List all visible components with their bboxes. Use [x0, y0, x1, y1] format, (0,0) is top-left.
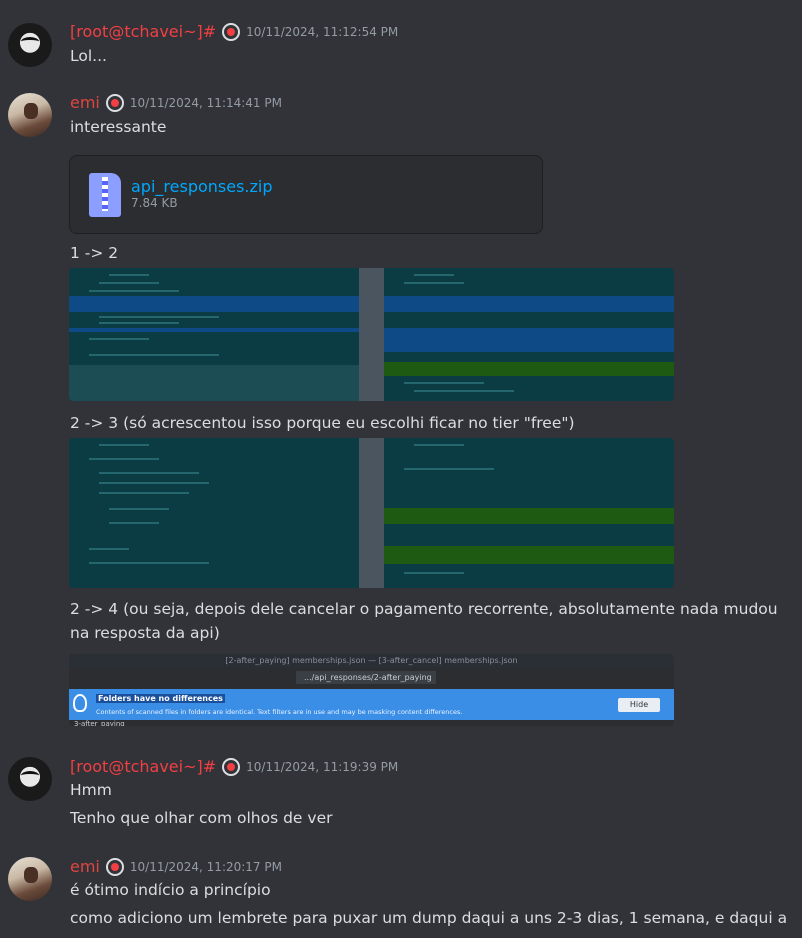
message-text: Hmm [70, 781, 112, 799]
message-text: 1 -> 2 [70, 244, 119, 262]
username[interactable]: [root@tchavei~]# [70, 22, 216, 41]
lightbulb-icon [73, 694, 87, 712]
username[interactable]: emi [70, 857, 100, 876]
message-header: emi 10/11/2024, 11:14:41 PM [70, 93, 282, 112]
message-text: como adiciono um lembrete para puxar um … [70, 909, 788, 927]
folder-path: .../api_responses/2-after_paying [296, 671, 436, 684]
banner-title: Folders have no differences [96, 694, 225, 703]
file-name-link[interactable]: api_responses.zip [131, 177, 273, 196]
zip-file-icon [89, 173, 121, 217]
file-size: 7.84 KB [131, 196, 178, 210]
message-text: é ótimo indício a princípio [70, 881, 271, 899]
avatar[interactable] [8, 93, 52, 137]
message-header: [root@tchavei~]# 10/11/2024, 11:19:39 PM [70, 757, 398, 776]
banner-text: Contents of scanned files in folders are… [96, 708, 463, 716]
message-text: Lol... [70, 47, 107, 65]
timestamp[interactable]: 10/11/2024, 11:20:17 PM [130, 860, 282, 874]
avatar[interactable] [8, 757, 52, 801]
badge-icon[interactable] [105, 93, 124, 112]
timestamp[interactable]: 10/11/2024, 11:14:41 PM [130, 96, 282, 110]
message-text: na resposta da api) [70, 624, 220, 642]
diff-screenshot-image[interactable] [69, 438, 674, 588]
hide-button: Hide [618, 698, 660, 712]
username[interactable]: [root@tchavei~]# [70, 757, 216, 776]
diff-screenshot-image[interactable] [69, 268, 674, 401]
message-header: emi 10/11/2024, 11:20:17 PM [70, 857, 282, 876]
file-attachment[interactable]: api_responses.zip 7.84 KB [69, 155, 543, 234]
message-text: Tenho que olhar com olhos de ver [70, 809, 333, 827]
avatar[interactable] [8, 857, 52, 901]
folder-footer: 3-after_paying [74, 720, 125, 726]
timestamp[interactable]: 10/11/2024, 11:19:39 PM [246, 760, 398, 774]
badge-icon[interactable] [222, 22, 241, 41]
folder-compare-screenshot-image[interactable]: [2-after_paying] memberships.json — [3-a… [69, 654, 674, 726]
timestamp[interactable]: 10/11/2024, 11:12:54 PM [246, 25, 398, 39]
message-text: 2 -> 3 (só acrescentou isso porque eu es… [70, 414, 575, 432]
message-text: 2 -> 4 (ou seja, depois dele cancelar o … [70, 600, 778, 618]
badge-icon[interactable] [105, 857, 124, 876]
message-header: [root@tchavei~]# 10/11/2024, 11:12:54 PM [70, 22, 398, 41]
window-title: [2-after_paying] memberships.json — [3-a… [69, 654, 674, 668]
message-text: interessante [70, 118, 167, 136]
username[interactable]: emi [70, 93, 100, 112]
avatar[interactable] [8, 23, 52, 67]
badge-icon[interactable] [222, 757, 241, 776]
info-banner: Folders have no differences Contents of … [69, 689, 674, 720]
